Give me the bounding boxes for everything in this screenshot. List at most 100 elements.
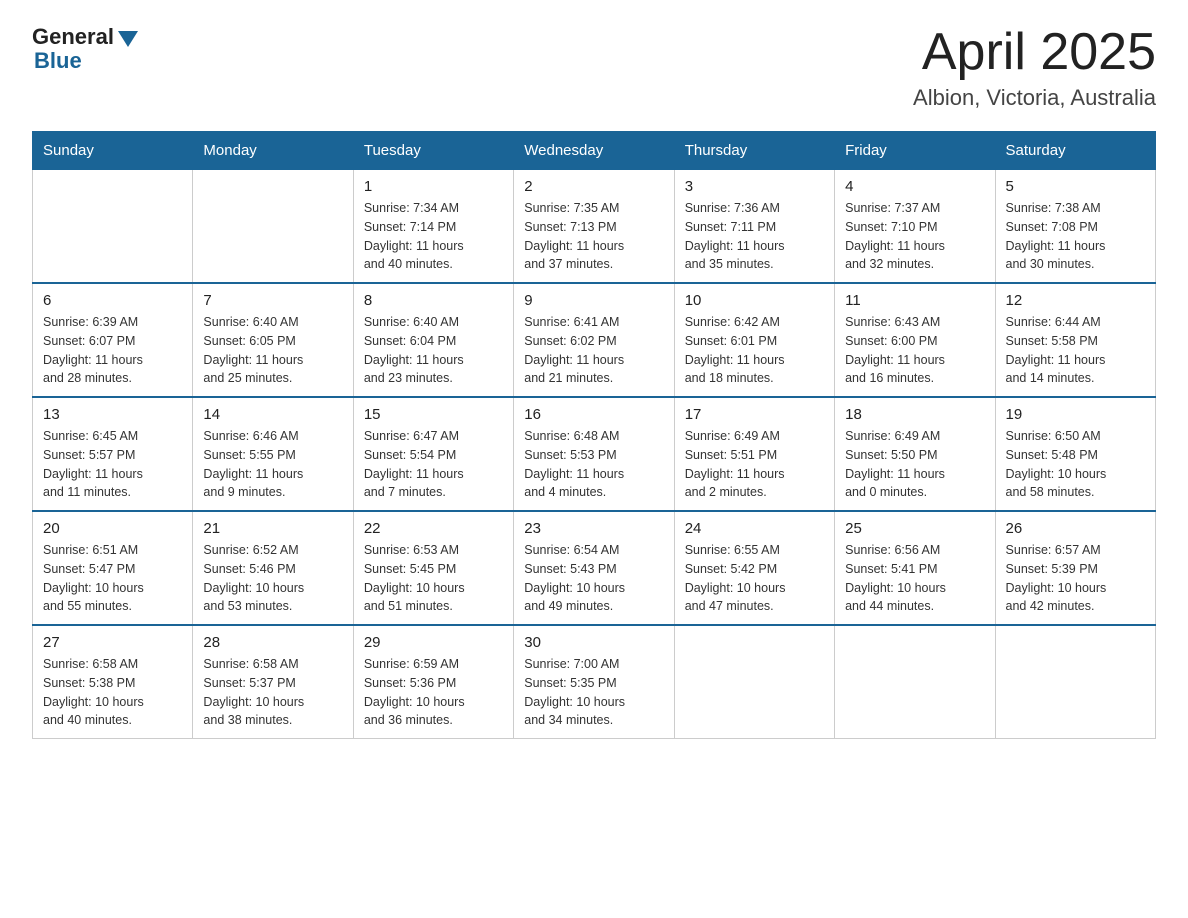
calendar-header-friday: Friday <box>835 132 995 170</box>
day-number: 8 <box>364 292 503 309</box>
calendar-day-cell: 14Sunrise: 6:46 AM Sunset: 5:55 PM Dayli… <box>193 397 353 511</box>
calendar-header-sunday: Sunday <box>33 132 193 170</box>
calendar-day-cell: 18 Sunrise: 6:49 AM Sunset: 5:50 PM Dayli… <box>835 397 995 511</box>
day-info: Sunrise: 7:37 AM Sunset: 7:10 PM Dayligh… <box>845 199 984 274</box>
calendar-day-cell <box>835 625 995 739</box>
calendar-day-cell: 11Sunrise: 6:43 AM Sunset: 6:00 PM Dayli… <box>835 283 995 397</box>
day-info: Sunrise: 7:00 AM Sunset: 5:35 PM Dayligh… <box>524 655 663 730</box>
calendar-week-row: 13 Sunrise: 6:45 AM Sunset: 5:57 PM Dayli… <box>33 397 1156 511</box>
day-info: Sunrise: 6:40 AM Sunset: 6:05 PM Dayligh… <box>203 313 342 388</box>
calendar-table: SundayMondayTuesdayWednesdayThursdayFrid… <box>32 131 1156 739</box>
day-number: 28 <box>203 634 342 651</box>
calendar-day-cell: 10 Sunrise: 6:42 AM Sunset: 6:01 PM Dayli… <box>674 283 834 397</box>
day-info: Sunrise: 6:50 AM Sunset: 5:48 PM Dayligh… <box>1006 427 1145 502</box>
day-number: 20 <box>43 520 182 537</box>
calendar-week-row: 27 Sunrise: 6:58 AM Sunset: 5:38 PM Dayli… <box>33 625 1156 739</box>
calendar-day-cell <box>193 170 353 284</box>
calendar-day-cell: 30 Sunrise: 7:00 AM Sunset: 5:35 PM Dayli… <box>514 625 674 739</box>
calendar-day-cell: 5Sunrise: 7:38 AM Sunset: 7:08 PM Daylig… <box>995 170 1155 284</box>
calendar-header-monday: Monday <box>193 132 353 170</box>
day-info: Sunrise: 6:55 AM Sunset: 5:42 PM Dayligh… <box>685 541 824 616</box>
day-info: Sunrise: 6:41 AM Sunset: 6:02 PM Dayligh… <box>524 313 663 388</box>
day-number: 30 <box>524 634 663 651</box>
calendar-week-row: 20 Sunrise: 6:51 AM Sunset: 5:47 PM Dayli… <box>33 511 1156 625</box>
calendar-day-cell: 9 Sunrise: 6:41 AM Sunset: 6:02 PM Daylig… <box>514 283 674 397</box>
day-number: 3 <box>685 178 824 195</box>
calendar-day-cell: 27 Sunrise: 6:58 AM Sunset: 5:38 PM Dayli… <box>33 625 193 739</box>
day-info: Sunrise: 7:38 AM Sunset: 7:08 PM Dayligh… <box>1006 199 1145 274</box>
day-number: 19 <box>1006 406 1145 423</box>
day-number: 24 <box>685 520 824 537</box>
day-number: 26 <box>1006 520 1145 537</box>
calendar-day-cell: 12Sunrise: 6:44 AM Sunset: 5:58 PM Dayli… <box>995 283 1155 397</box>
calendar-day-cell: 20 Sunrise: 6:51 AM Sunset: 5:47 PM Dayli… <box>33 511 193 625</box>
day-number: 9 <box>524 292 663 309</box>
calendar-day-cell: 15Sunrise: 6:47 AM Sunset: 5:54 PM Dayli… <box>353 397 513 511</box>
day-info: Sunrise: 6:53 AM Sunset: 5:45 PM Dayligh… <box>364 541 503 616</box>
calendar-day-cell: 1 Sunrise: 7:34 AM Sunset: 7:14 PM Daylig… <box>353 170 513 284</box>
day-number: 13 <box>43 406 182 423</box>
day-number: 22 <box>364 520 503 537</box>
title-block: April 2025 Albion, Victoria, Australia <box>913 24 1156 111</box>
calendar-header-thursday: Thursday <box>674 132 834 170</box>
day-number: 21 <box>203 520 342 537</box>
day-info: Sunrise: 6:54 AM Sunset: 5:43 PM Dayligh… <box>524 541 663 616</box>
calendar-day-cell: 3 Sunrise: 7:36 AM Sunset: 7:11 PM Daylig… <box>674 170 834 284</box>
day-info: Sunrise: 7:36 AM Sunset: 7:11 PM Dayligh… <box>685 199 824 274</box>
day-number: 6 <box>43 292 182 309</box>
day-number: 10 <box>685 292 824 309</box>
calendar-day-cell: 8Sunrise: 6:40 AM Sunset: 6:04 PM Daylig… <box>353 283 513 397</box>
calendar-header-saturday: Saturday <box>995 132 1155 170</box>
calendar-day-cell: 21 Sunrise: 6:52 AM Sunset: 5:46 PM Dayli… <box>193 511 353 625</box>
calendar-day-cell <box>674 625 834 739</box>
calendar-day-cell: 13 Sunrise: 6:45 AM Sunset: 5:57 PM Dayli… <box>33 397 193 511</box>
calendar-day-cell: 24 Sunrise: 6:55 AM Sunset: 5:42 PM Dayli… <box>674 511 834 625</box>
calendar-day-cell: 26 Sunrise: 6:57 AM Sunset: 5:39 PM Dayli… <box>995 511 1155 625</box>
calendar-day-cell: 4 Sunrise: 7:37 AM Sunset: 7:10 PM Daylig… <box>835 170 995 284</box>
day-info: Sunrise: 6:51 AM Sunset: 5:47 PM Dayligh… <box>43 541 182 616</box>
day-number: 27 <box>43 634 182 651</box>
calendar-day-cell: 22 Sunrise: 6:53 AM Sunset: 5:45 PM Dayli… <box>353 511 513 625</box>
day-info: Sunrise: 6:48 AM Sunset: 5:53 PM Dayligh… <box>524 427 663 502</box>
calendar-day-cell <box>995 625 1155 739</box>
calendar-day-cell: 7 Sunrise: 6:40 AM Sunset: 6:05 PM Daylig… <box>193 283 353 397</box>
page-header: General Blue April 2025 Albion, Victoria… <box>32 24 1156 111</box>
page-subtitle: Albion, Victoria, Australia <box>913 85 1156 111</box>
day-info: Sunrise: 6:58 AM Sunset: 5:38 PM Dayligh… <box>43 655 182 730</box>
day-info: Sunrise: 6:56 AM Sunset: 5:41 PM Dayligh… <box>845 541 984 616</box>
day-number: 2 <box>524 178 663 195</box>
day-info: Sunrise: 6:58 AM Sunset: 5:37 PM Dayligh… <box>203 655 342 730</box>
day-number: 1 <box>364 178 503 195</box>
calendar-day-cell: 2 Sunrise: 7:35 AM Sunset: 7:13 PM Daylig… <box>514 170 674 284</box>
logo-blue-text: Blue <box>34 48 82 74</box>
calendar-day-cell: 19 Sunrise: 6:50 AM Sunset: 5:48 PM Dayli… <box>995 397 1155 511</box>
logo-arrow-icon <box>118 31 138 47</box>
day-info: Sunrise: 6:57 AM Sunset: 5:39 PM Dayligh… <box>1006 541 1145 616</box>
day-number: 7 <box>203 292 342 309</box>
day-number: 29 <box>364 634 503 651</box>
day-info: Sunrise: 7:35 AM Sunset: 7:13 PM Dayligh… <box>524 199 663 274</box>
day-number: 23 <box>524 520 663 537</box>
day-number: 25 <box>845 520 984 537</box>
logo: General Blue <box>32 24 138 74</box>
day-info: Sunrise: 6:39 AM Sunset: 6:07 PM Dayligh… <box>43 313 182 388</box>
day-number: 17 <box>685 406 824 423</box>
day-info: Sunrise: 7:34 AM Sunset: 7:14 PM Dayligh… <box>364 199 503 274</box>
calendar-day-cell: 28 Sunrise: 6:58 AM Sunset: 5:37 PM Dayli… <box>193 625 353 739</box>
day-number: 18 <box>845 406 984 423</box>
calendar-day-cell: 16 Sunrise: 6:48 AM Sunset: 5:53 PM Dayli… <box>514 397 674 511</box>
day-info: Sunrise: 6:49 AM Sunset: 5:51 PM Dayligh… <box>685 427 824 502</box>
day-number: 4 <box>845 178 984 195</box>
day-info: Sunrise: 6:49 AM Sunset: 5:50 PM Dayligh… <box>845 427 984 502</box>
calendar-day-cell: 17 Sunrise: 6:49 AM Sunset: 5:51 PM Dayli… <box>674 397 834 511</box>
calendar-header-row: SundayMondayTuesdayWednesdayThursdayFrid… <box>33 132 1156 170</box>
day-info: Sunrise: 6:44 AM Sunset: 5:58 PM Dayligh… <box>1006 313 1145 388</box>
calendar-day-cell <box>33 170 193 284</box>
calendar-day-cell: 29Sunrise: 6:59 AM Sunset: 5:36 PM Dayli… <box>353 625 513 739</box>
day-number: 16 <box>524 406 663 423</box>
day-info: Sunrise: 6:42 AM Sunset: 6:01 PM Dayligh… <box>685 313 824 388</box>
day-info: Sunrise: 6:52 AM Sunset: 5:46 PM Dayligh… <box>203 541 342 616</box>
calendar-day-cell: 25 Sunrise: 6:56 AM Sunset: 5:41 PM Dayli… <box>835 511 995 625</box>
logo-general-text: General <box>32 24 114 50</box>
day-info: Sunrise: 6:45 AM Sunset: 5:57 PM Dayligh… <box>43 427 182 502</box>
